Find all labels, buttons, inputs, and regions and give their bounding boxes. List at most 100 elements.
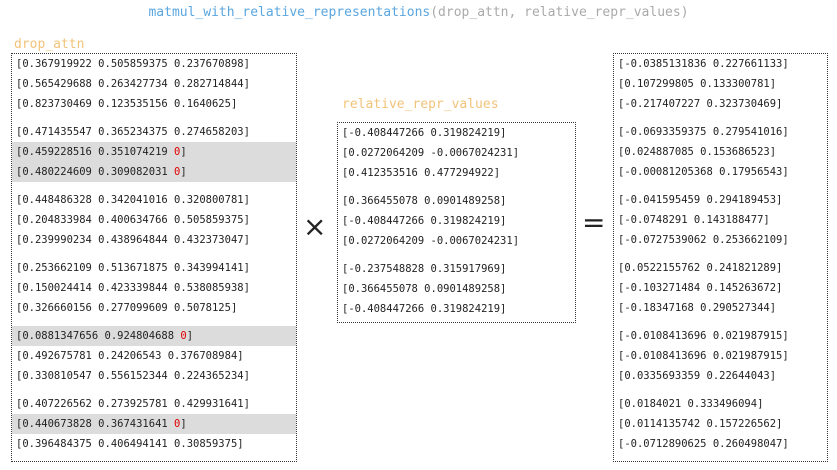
- matrix-row: [0.204833984 0.400634766 0.505859375]: [12, 210, 296, 230]
- function-args: (drop_attn, relative_repr_values): [430, 5, 689, 20]
- row-values: 0.0335693359 0.22644043: [624, 370, 770, 382]
- row-values: 0.440673828 0.367431641: [22, 418, 175, 430]
- matrix-row: [0.412353516 0.477294922]: [338, 163, 575, 183]
- row-close-bracket: ]: [776, 98, 783, 110]
- masked-row: [0.480224609 0.309082031 0]: [12, 162, 296, 182]
- matrix-row: [-0.408447266 0.319824219]: [338, 123, 575, 143]
- matrix-row: [0.326660156 0.277099609 0.5078125]: [12, 298, 296, 318]
- row-close-bracket: ]: [500, 303, 507, 315]
- matrix-row: [-0.0108413696 0.021987915]: [614, 346, 827, 366]
- row-close-bracket: ]: [776, 282, 783, 294]
- row-values: -0.041595459 0.294189453: [624, 194, 777, 206]
- row-values: -0.0748291 0.143188477: [624, 214, 764, 226]
- row-values: 0.480224609 0.309082031: [22, 166, 175, 178]
- row-values: 0.823730469 0.123535156 0.1640625: [22, 98, 231, 110]
- row-close-bracket: ]: [776, 194, 783, 206]
- matrix-row: [-0.0385131836 0.227661133]: [614, 54, 827, 74]
- masked-row: [0.440673828 0.367431641 0]: [12, 414, 296, 434]
- row-close-bracket: ]: [782, 166, 789, 178]
- row-close-bracket: ]: [230, 98, 238, 110]
- row-values: 0.396484375 0.406494141 0.30859375: [22, 438, 238, 450]
- matrix-row: [-0.00081205368 0.17956543]: [614, 162, 827, 182]
- row-values: 0.204833984 0.400634766 0.505859375: [22, 214, 244, 226]
- matrix-block: [0.253662109 0.513671875 0.343994141] [0.…: [12, 258, 296, 318]
- function-name: matmul_with_relative_representations: [148, 5, 431, 20]
- row-close-bracket: ]: [237, 350, 244, 362]
- row-values: 0.0272064209 -0.0067024231: [348, 147, 513, 159]
- matrix-row: [-0.041595459 0.294189453]: [614, 190, 827, 210]
- row-values: -0.103271484 0.145263672: [624, 282, 777, 294]
- matrix-row: [0.396484375 0.406494141 0.30859375]: [12, 434, 296, 454]
- row-values: -0.0693359375 0.279541016: [624, 126, 783, 138]
- row-values: -0.00081205368 0.17956543: [624, 166, 783, 178]
- row-close-bracket: ]: [237, 438, 244, 450]
- row-close-bracket: ]: [782, 438, 789, 450]
- row-values: 0.0522155762 0.241821289: [624, 262, 777, 274]
- row-values: -0.408447266 0.319824219: [348, 303, 501, 315]
- row-close-bracket: ]: [500, 195, 507, 207]
- row-values: -0.0727539062 0.253662109: [624, 234, 783, 246]
- row-close-bracket: ]: [769, 146, 777, 158]
- matrix-row: [0.150024414 0.423339844 0.538085938]: [12, 278, 296, 298]
- row-values: 0.448486328 0.342041016 0.320800781: [22, 194, 244, 206]
- row-close-bracket: ]: [243, 282, 250, 294]
- row-close-bracket: ]: [180, 146, 187, 158]
- matrix-block: [0.0881347656 0.924804688 0] [0.492675781…: [12, 326, 296, 386]
- matrix-row: [0.471435547 0.365234375 0.274658203]: [12, 122, 296, 142]
- row-values: 0.0184021 0.333496094: [624, 398, 758, 410]
- row-close-bracket: ]: [776, 262, 783, 274]
- matrix-block: [0.448486328 0.342041016 0.320800781] [0.…: [12, 190, 296, 250]
- matrix-row: [0.366455078 0.0901489258]: [338, 191, 575, 211]
- row-values: -0.408447266 0.319824219: [348, 127, 501, 139]
- row-close-bracket: ]: [500, 127, 507, 139]
- row-close-bracket: ]: [243, 262, 250, 274]
- row-values: 0.330810547 0.556152344 0.224365234: [22, 370, 244, 382]
- row-close-bracket: ]: [186, 330, 194, 342]
- row-values: 0.366455078 0.0901489258: [348, 195, 501, 207]
- matrix-row: [-0.0693359375 0.279541016]: [614, 122, 827, 142]
- matrix-row: [-0.103271484 0.145263672]: [614, 278, 827, 298]
- matrix-row: [0.0272064209 -0.0067024231]: [338, 231, 575, 251]
- row-values: 0.407226562 0.273925781 0.429931641: [22, 398, 244, 410]
- row-close-bracket: ]: [243, 234, 250, 246]
- row-values: 0.150024414 0.423339844 0.538085938: [22, 282, 244, 294]
- row-close-bracket: ]: [782, 350, 789, 362]
- masked-row: [0.0881347656 0.924804688 0]: [12, 326, 296, 346]
- row-close-bracket: ]: [776, 418, 783, 430]
- matrix-block: [-0.0693359375 0.279541016] [0.024887085 …: [614, 122, 827, 182]
- row-close-bracket: ]: [769, 302, 777, 314]
- row-close-bracket: ]: [512, 147, 520, 159]
- drop-attn-matrix: [0.367919922 0.505859375 0.237670898] [0.…: [11, 53, 297, 462]
- row-values: 0.366455078 0.0901489258: [348, 283, 501, 295]
- matrix-row: [-0.0748291 0.143188477]: [614, 210, 827, 230]
- row-close-bracket: ]: [243, 398, 250, 410]
- row-values: 0.239990234 0.438964844 0.432373047: [22, 234, 244, 246]
- matrix-block: [-0.041595459 0.294189453] [-0.0748291 0.…: [614, 190, 827, 250]
- matrix-row: [0.0114135742 0.157226562]: [614, 414, 827, 434]
- row-values: 0.107299805 0.133300781: [624, 78, 770, 90]
- row-close-bracket: ]: [500, 283, 507, 295]
- matrix-row: [-0.0108413696 0.021987915]: [614, 326, 827, 346]
- equals-operator: =: [582, 206, 606, 239]
- matrix-block: [-0.0385131836 0.227661133] [0.107299805 …: [614, 54, 827, 114]
- matrix-row: [-0.408447266 0.319824219]: [338, 211, 575, 231]
- matrix-row: [0.0335693359 0.22644043]: [614, 366, 827, 386]
- row-close-bracket: ]: [782, 330, 789, 342]
- matrix-row: [-0.408447266 0.319824219]: [338, 299, 575, 319]
- row-close-bracket: ]: [180, 418, 187, 430]
- matrix-block: [0.407226562 0.273925781 0.429931641] [0.…: [12, 394, 296, 454]
- row-close-bracket: ]: [243, 370, 250, 382]
- row-values: 0.565429688 0.263427734 0.282714844: [22, 78, 244, 90]
- row-close-bracket: ]: [500, 263, 507, 275]
- row-close-bracket: ]: [243, 214, 250, 226]
- row-values: 0.024887085 0.153686523: [624, 146, 770, 158]
- row-close-bracket: ]: [230, 302, 238, 314]
- row-values: 0.471435547 0.365234375 0.274658203: [22, 126, 244, 138]
- row-values: -0.0108413696 0.021987915: [624, 330, 783, 342]
- row-values: -0.0108413696 0.021987915: [624, 350, 783, 362]
- matrix-block: [0.366455078 0.0901489258] [-0.408447266 …: [338, 191, 575, 251]
- row-close-bracket: ]: [769, 370, 777, 382]
- row-close-bracket: ]: [782, 234, 789, 246]
- row-close-bracket: ]: [243, 126, 250, 138]
- matrix-block: [0.471435547 0.365234375 0.274658203] [0.…: [12, 122, 296, 182]
